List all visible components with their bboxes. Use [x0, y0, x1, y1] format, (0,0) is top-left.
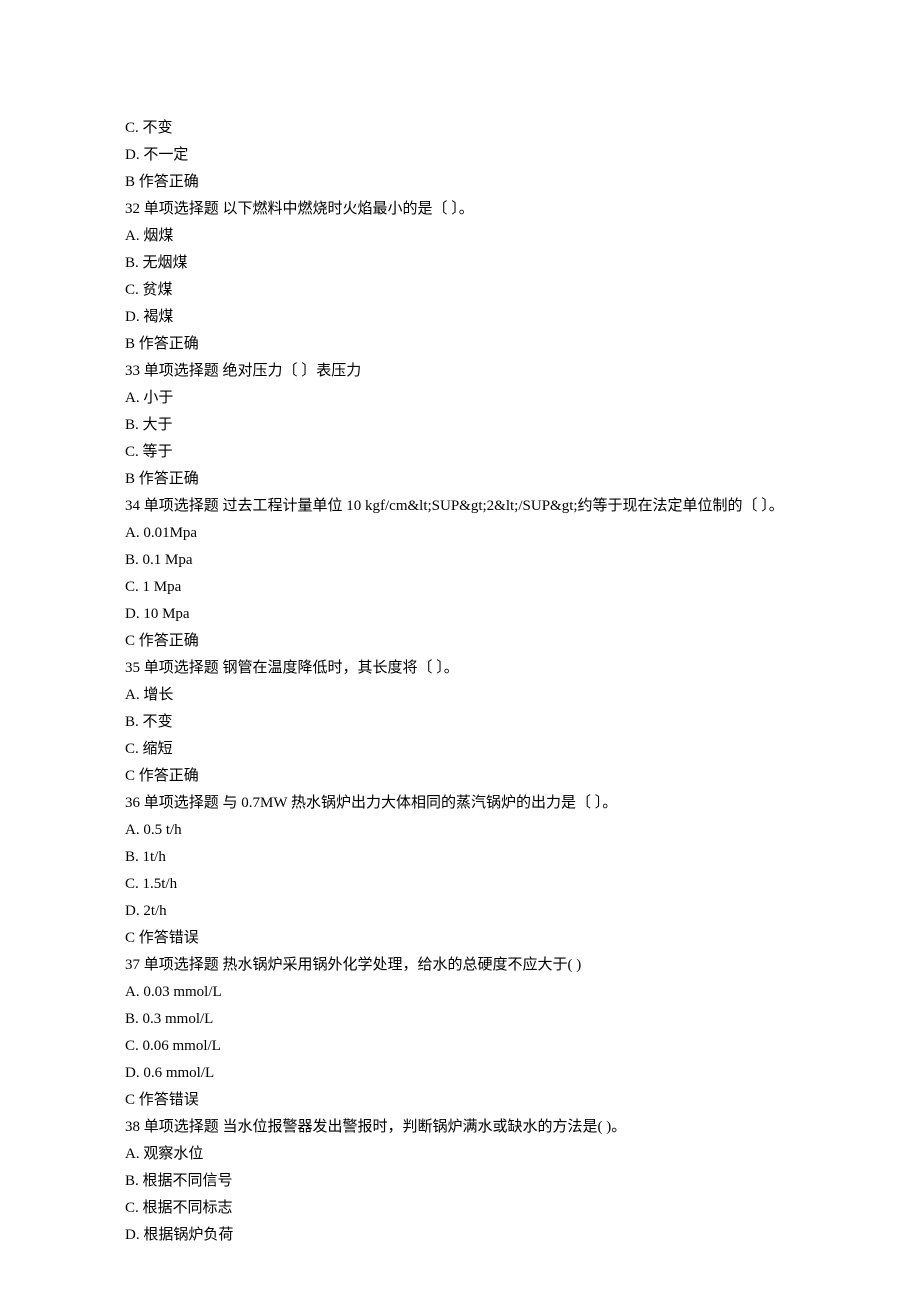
text-line: C. 1 Mpa — [95, 574, 825, 601]
text-line: C 作答正确 — [95, 763, 825, 790]
text-line: B. 大于 — [95, 412, 825, 439]
text-line: B. 0.3 mmol/L — [95, 1006, 825, 1033]
text-line: 36 单项选择题 与 0.7MW 热水锅炉出力大体相同的蒸汽锅炉的出力是〔 〕。 — [95, 790, 825, 817]
text-line: D. 0.6 mmol/L — [95, 1060, 825, 1087]
text-line: C. 0.06 mmol/L — [95, 1033, 825, 1060]
text-line: B. 1t/h — [95, 844, 825, 871]
text-line: D. 不一定 — [95, 142, 825, 169]
text-line: B 作答正确 — [95, 466, 825, 493]
text-line: 37 单项选择题 热水锅炉采用锅外化学处理，给水的总硬度不应大于( ) — [95, 952, 825, 979]
text-line: B 作答正确 — [95, 331, 825, 358]
text-line: D. 根据锅炉负荷 — [95, 1222, 825, 1249]
text-line: D. 2t/h — [95, 898, 825, 925]
text-line: C. 等于 — [95, 439, 825, 466]
text-line: C. 根据不同标志 — [95, 1195, 825, 1222]
text-line: D. 褐煤 — [95, 304, 825, 331]
text-line: 32 单项选择题 以下燃料中燃烧时火焰最小的是〔 〕。 — [95, 196, 825, 223]
text-line: C. 缩短 — [95, 736, 825, 763]
text-line: A. 观察水位 — [95, 1141, 825, 1168]
text-line: C 作答正确 — [95, 628, 825, 655]
text-line: B. 无烟煤 — [95, 250, 825, 277]
text-line: 34 单项选择题 过去工程计量单位 10 kgf/cm&lt;SUP&gt;2&… — [95, 493, 825, 520]
text-line: B 作答正确 — [95, 169, 825, 196]
text-line: C. 贫煤 — [95, 277, 825, 304]
text-line: A. 小于 — [95, 385, 825, 412]
text-line: D. 10 Mpa — [95, 601, 825, 628]
text-line: 38 单项选择题 当水位报警器发出警报时，判断锅炉满水或缺水的方法是( )。 — [95, 1114, 825, 1141]
text-line: C 作答错误 — [95, 925, 825, 952]
text-line: A. 烟煤 — [95, 223, 825, 250]
document-content: C. 不变D. 不一定B 作答正确32 单项选择题 以下燃料中燃烧时火焰最小的是… — [95, 115, 825, 1249]
text-line: B. 不变 — [95, 709, 825, 736]
text-line: C. 不变 — [95, 115, 825, 142]
text-line: 35 单项选择题 钢管在温度降低时，其长度将〔 〕。 — [95, 655, 825, 682]
text-line: B. 根据不同信号 — [95, 1168, 825, 1195]
text-line: A. 增长 — [95, 682, 825, 709]
text-line: 33 单项选择题 绝对压力〔 〕表压力 — [95, 358, 825, 385]
text-line: C. 1.5t/h — [95, 871, 825, 898]
text-line: A. 0.5 t/h — [95, 817, 825, 844]
text-line: A. 0.01Mpa — [95, 520, 825, 547]
text-line: C 作答错误 — [95, 1087, 825, 1114]
text-line: B. 0.1 Mpa — [95, 547, 825, 574]
text-line: A. 0.03 mmol/L — [95, 979, 825, 1006]
